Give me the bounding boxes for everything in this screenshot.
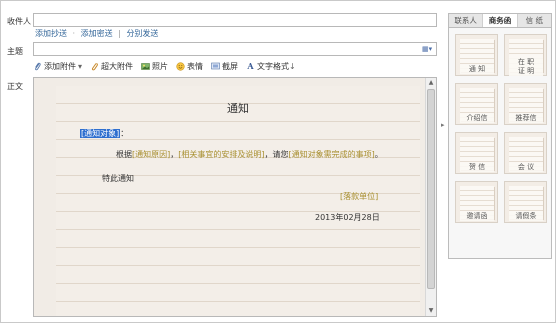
body-mid: ，请您	[264, 150, 289, 159]
template-leave-request[interactable]: 请假条	[504, 181, 547, 223]
add-cc-link[interactable]: 添加抄送	[35, 29, 67, 38]
send-separately-link[interactable]: 分别发送	[126, 29, 158, 38]
body-prefix: 根据	[116, 150, 132, 159]
add-bcc-link[interactable]: 添加密送	[81, 29, 113, 38]
subject-label: 主题	[7, 47, 23, 56]
body-editor[interactable]: 通知 [通知对象]： 根据[通知原因]，[相关事宜的安排及说明]，请您[通知对象…	[33, 77, 437, 317]
closing-line: 特此通知	[102, 174, 134, 183]
template-label: 会 议	[509, 163, 543, 172]
screenshot-label: 截屏	[222, 61, 239, 71]
recipients-input[interactable]	[33, 13, 437, 27]
screenshot-button[interactable]: 截屏	[211, 61, 238, 72]
link-dot: ·	[72, 29, 76, 38]
smiley-icon	[176, 61, 185, 71]
subject-input[interactable]: ▦▾	[33, 42, 437, 56]
recipient-links: 添加抄送 · 添加密送 | 分别发送	[35, 28, 158, 39]
document-date: 2013年02月28日	[315, 213, 380, 222]
template-label: 介绍信	[460, 114, 494, 123]
tab-stationery[interactable]: 信 纸	[518, 14, 551, 27]
scroll-up-icon[interactable]: ▲	[426, 78, 436, 88]
large-paperclip-icon	[90, 62, 99, 71]
attach-button[interactable]: 添加附件 ▾	[33, 61, 82, 72]
scroll-down-icon[interactable]: ▼	[426, 306, 436, 316]
template-label: 贺 信	[460, 163, 494, 172]
template-label: 通 知	[460, 65, 494, 74]
template-meeting[interactable]: 会 议	[504, 132, 547, 174]
large-attach-label: 超大附件	[101, 61, 134, 71]
template-panel: 联系人 商务函 信 纸 通 知 在 职 证 明 介绍信 推荐信 贺 信 会 议	[448, 13, 552, 259]
arrangement-placeholder[interactable]: [相关事宜的安排及说明]	[178, 150, 264, 159]
emoji-button[interactable]: 表情	[176, 61, 203, 72]
compose-toolbar: 添加附件 ▾ 超大附件 照片 表情 截屏 A 文字格式 ↓	[33, 59, 304, 73]
link-separator: |	[118, 29, 121, 38]
template-label: 请假条	[509, 212, 543, 221]
template-label: 推荐信	[509, 114, 543, 123]
body-line: 根据[通知原因]，[相关事宜的安排及说明]，请您[通知对象需完成的事项]。	[116, 149, 383, 160]
tab-business-letters[interactable]: 商务函	[483, 14, 518, 27]
salutation-colon: ：	[120, 129, 129, 138]
text-format-button[interactable]: A 文字格式 ↓	[246, 60, 296, 72]
photo-label: 照片	[152, 61, 169, 71]
large-attach-button[interactable]: 超大附件	[90, 61, 133, 72]
template-recommendation-letter[interactable]: 推荐信	[504, 83, 547, 125]
template-invitation[interactable]: 邀请函	[455, 181, 498, 223]
text-format-icon: A	[247, 60, 254, 71]
body-label: 正文	[7, 82, 23, 91]
paperclip-icon	[33, 62, 42, 71]
text-format-toggle[interactable]: ↓	[289, 62, 296, 71]
photo-icon	[141, 62, 150, 71]
template-label: 邀请函	[460, 212, 494, 221]
panel-tabs: 联系人 商务函 信 纸	[449, 14, 551, 28]
compose-window: 收件人 添加抄送 · 添加密送 | 分别发送 主题 ▦▾ 添加附件 ▾ 超大附件	[0, 0, 556, 323]
body-period: 。	[374, 150, 383, 159]
grid-icon[interactable]: ▦▾	[422, 45, 434, 54]
chevron-right-icon[interactable]: ▸	[441, 121, 447, 131]
body-scrollbar[interactable]: ▲ ▼	[425, 78, 436, 316]
recipient-placeholder[interactable]: [通知对象]	[80, 129, 121, 138]
template-label: 在 职 证 明	[509, 58, 543, 76]
emoji-label: 表情	[187, 61, 204, 71]
attach-label: 添加附件	[44, 61, 76, 71]
letter-paper: 通知 [通知对象]： 根据[通知原因]，[相关事宜的安排及说明]，请您[通知对象…	[56, 86, 420, 316]
document-title: 通知	[227, 102, 249, 115]
template-introduction-letter[interactable]: 介绍信	[455, 83, 498, 125]
photo-button[interactable]: 照片	[141, 61, 168, 72]
text-format-label: 文字格式	[257, 61, 290, 71]
recipients-label: 收件人	[7, 17, 31, 26]
scrollbar-thumb[interactable]	[427, 89, 435, 289]
attach-dropdown-icon[interactable]: ▾	[78, 62, 82, 71]
template-congratulation-letter[interactable]: 贺 信	[455, 132, 498, 174]
salutation-line: [通知对象]：	[80, 128, 128, 139]
reason-placeholder[interactable]: [通知原因]	[132, 150, 170, 159]
matters-placeholder[interactable]: [通知对象需完成的事项]	[289, 150, 375, 159]
screenshot-icon	[211, 62, 220, 71]
template-notice[interactable]: 通 知	[455, 34, 498, 76]
template-employment-certificate[interactable]: 在 职 证 明	[504, 34, 547, 76]
tab-contacts[interactable]: 联系人	[449, 14, 484, 27]
signature-placeholder[interactable]: [落款单位]	[340, 191, 378, 202]
